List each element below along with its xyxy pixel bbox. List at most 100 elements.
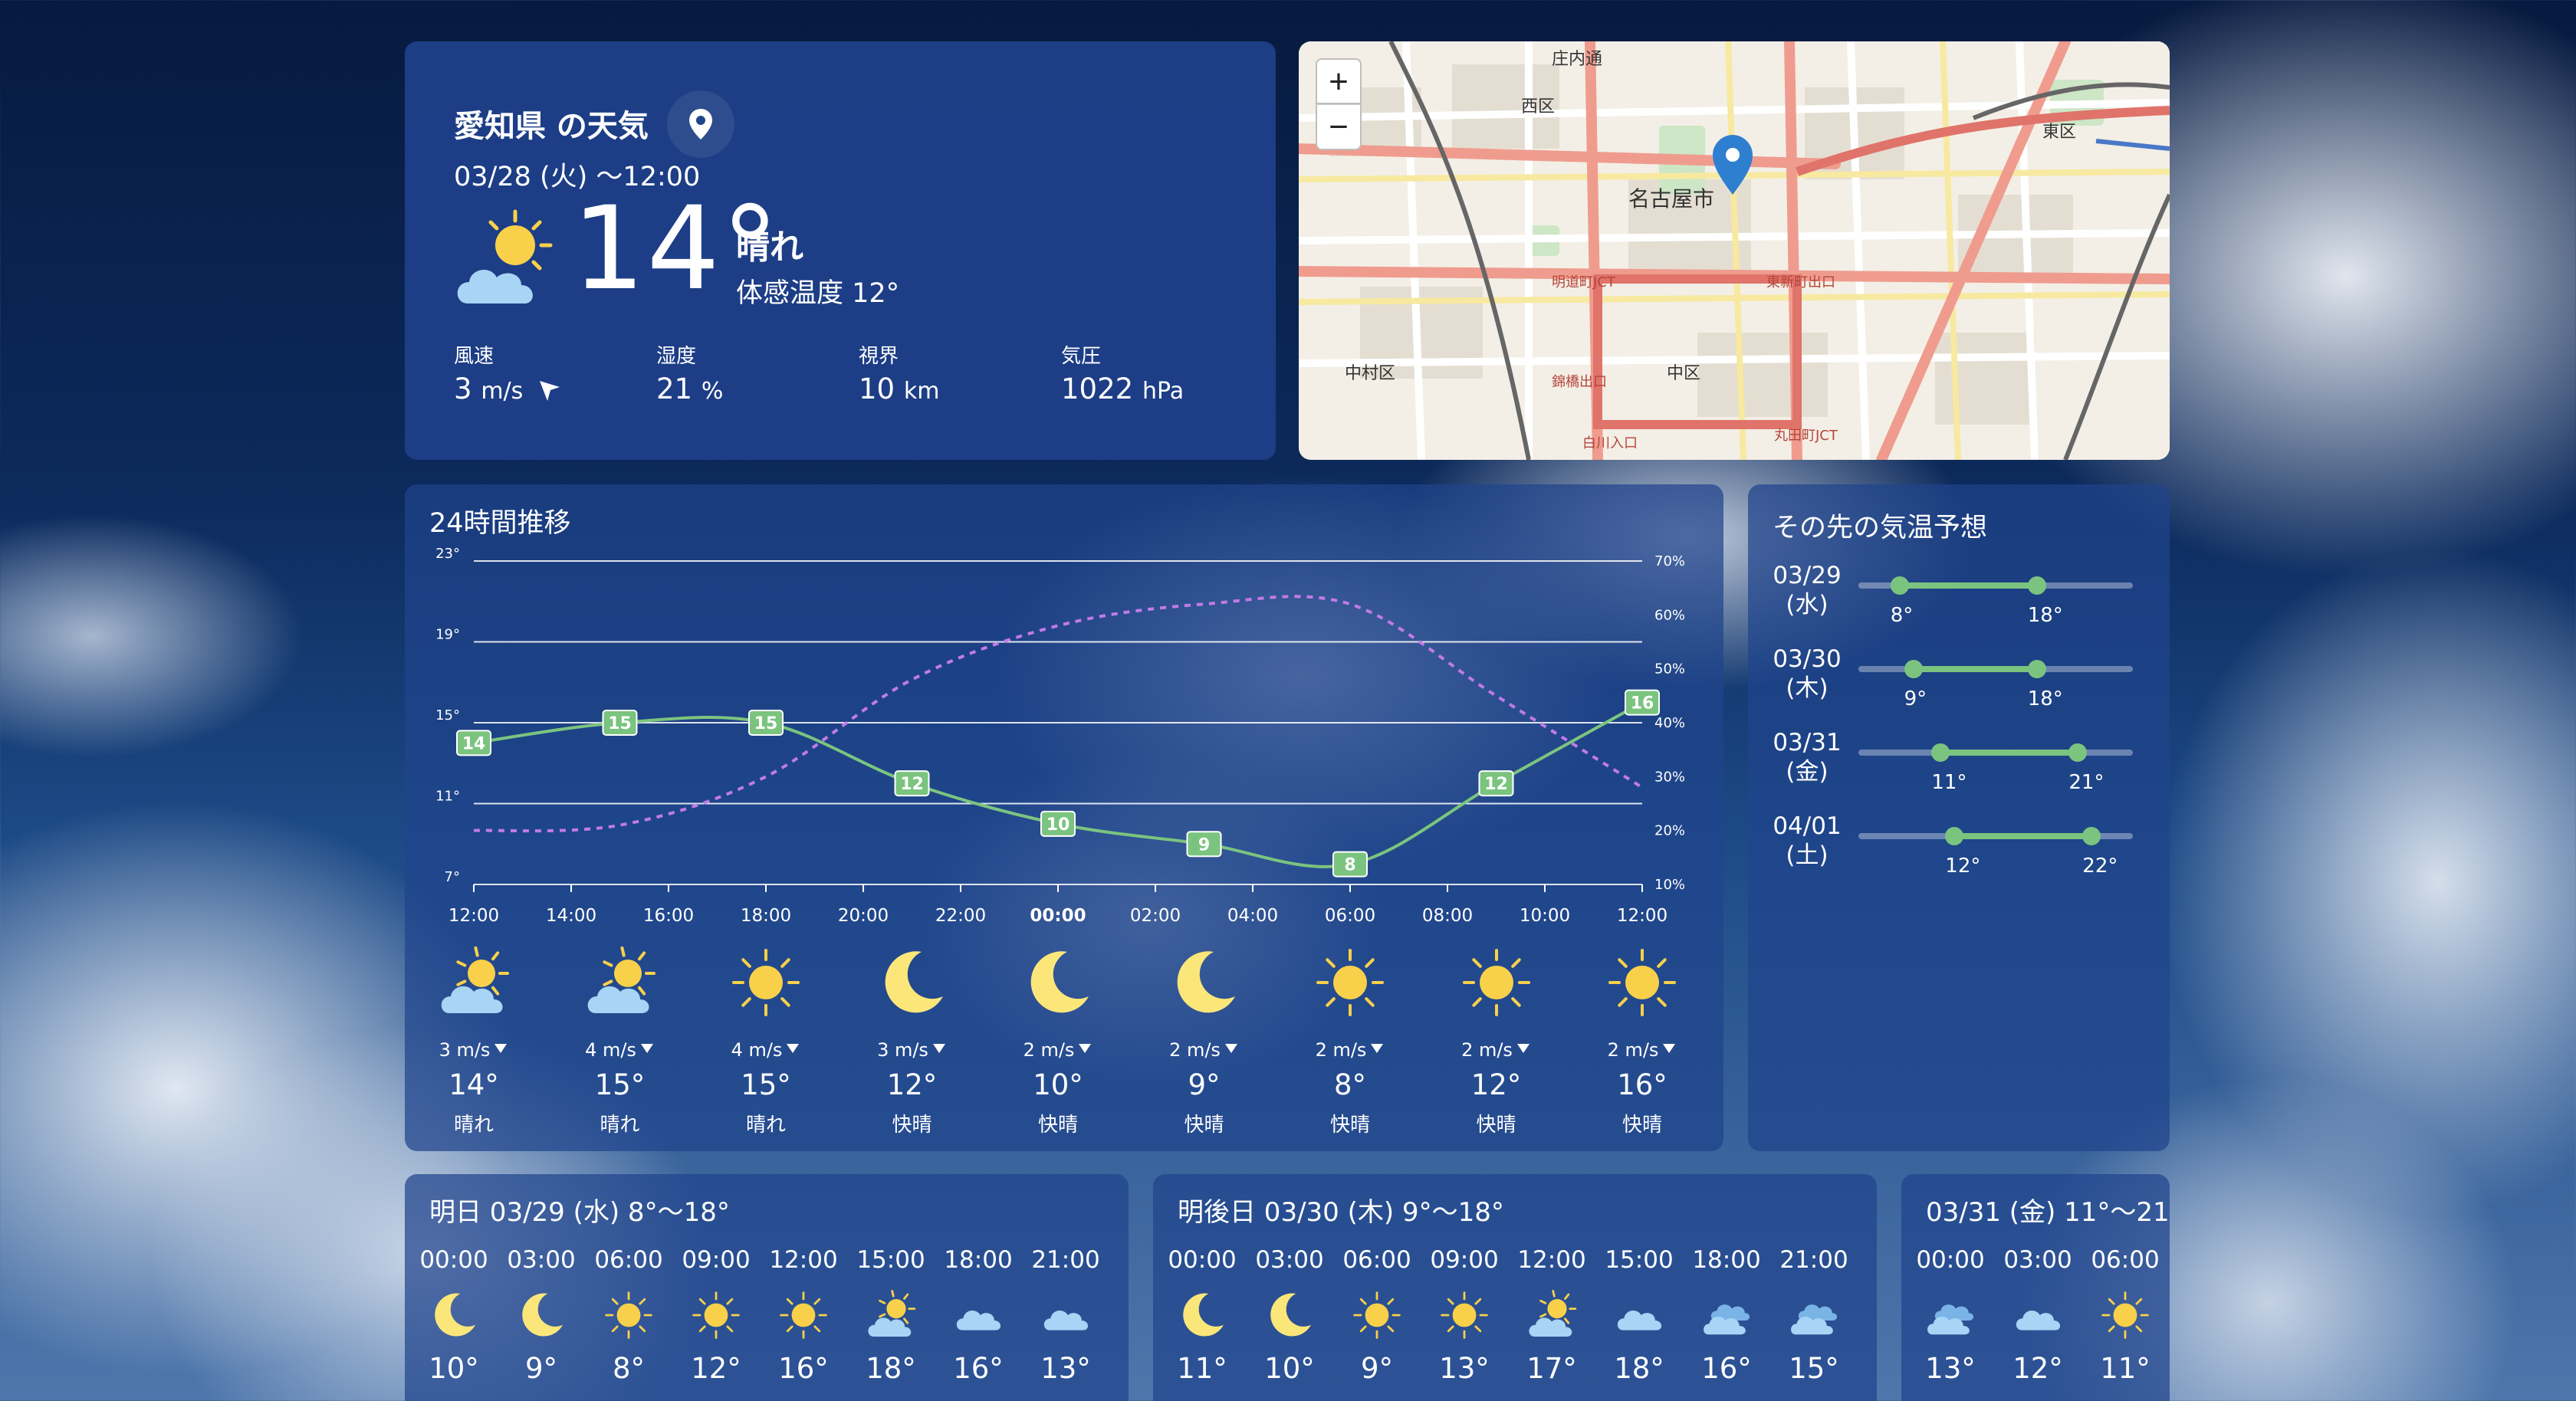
- wind-direction-icon: [495, 1044, 508, 1053]
- y-right-tick: 10%: [1654, 877, 1685, 893]
- daily-slot: 15:00 18°: [853, 1246, 929, 1385]
- slot-icon-wrap: [1912, 1288, 1989, 1343]
- daily-slot: 12:00 17°: [1513, 1246, 1590, 1385]
- slot-temperature: 17°: [1526, 1352, 1577, 1385]
- humidity-label: 湿度: [656, 345, 697, 368]
- temperature-range-bar: [1954, 833, 2092, 839]
- future-dow: (土): [1786, 842, 1829, 869]
- hour-wind: 2 m/s: [1289, 1039, 1411, 1061]
- hourly-trend-panel: 24時間推移 23° 19° 15° 11° 7° 70% 60% 50% 40% 30% 20% 1…: [405, 484, 1723, 1151]
- feels-like: 体感温度 12°: [736, 278, 900, 309]
- hour-condition: 快晴: [1184, 1114, 1224, 1137]
- zoom-out-button[interactable]: −: [1316, 104, 1362, 150]
- slot-icon-wrap: [765, 1288, 842, 1343]
- slot-time: 12:00: [769, 1246, 838, 1274]
- visibility-value: 10 km: [859, 372, 939, 405]
- wind-speed: 3: [454, 372, 472, 405]
- slot-temperature: 13°: [1925, 1352, 1976, 1385]
- future-date-text: 03/30: [1773, 645, 1842, 673]
- zoom-in-button[interactable]: +: [1316, 58, 1362, 104]
- x-tick-label: 14:00: [546, 906, 596, 926]
- hour-wind: 4 m/s: [705, 1039, 827, 1061]
- daily-slot: 12:00 16°: [765, 1246, 842, 1385]
- slot-temperature: 12°: [691, 1352, 741, 1385]
- daily-slot: 09:00 12°: [678, 1246, 754, 1385]
- min-temperature-dot: [1890, 576, 1909, 595]
- slot-icon-wrap: [1601, 1288, 1677, 1343]
- slot-icon-wrap: [1339, 1288, 1415, 1343]
- hour-icon-wrap: [1289, 943, 1411, 1022]
- hour-column: 2 m/s 8° 快晴: [1289, 943, 1411, 1137]
- temperature-point: 14: [456, 730, 491, 756]
- location-button[interactable]: [667, 90, 734, 158]
- wind-value: 3 m/s: [454, 372, 561, 405]
- wind-direction-icon: [1371, 1044, 1384, 1053]
- temperature-point-label: 8: [1344, 856, 1355, 875]
- partly-cloudy-icon: [868, 1289, 916, 1337]
- temperature-range-bar: [1899, 582, 2037, 589]
- x-tick-label: 08:00: [1422, 906, 1473, 926]
- daily-panel-day3: 03/31 (金) 11°～21° 00:00 13° 03:00 12° 06:00 1…: [1901, 1174, 2170, 1401]
- temperature-point: 12: [894, 770, 930, 797]
- daily-slot: 03:00 12°: [1999, 1246, 2076, 1385]
- min-temperature-dot: [1931, 743, 1950, 762]
- partly-cloudy-icon: [1529, 1289, 1577, 1337]
- cloud-icon: [1617, 1311, 1662, 1330]
- hour-temperature: 8°: [1333, 1068, 1367, 1101]
- hour-condition: 快晴: [1037, 1114, 1078, 1137]
- slot-temperature: 16°: [778, 1352, 829, 1385]
- slot-time: 06:00: [1342, 1246, 1411, 1274]
- slot-time: 06:00: [2091, 1246, 2160, 1274]
- moon-icon: [1177, 951, 1235, 1013]
- pressure-label: 気圧: [1061, 345, 1102, 368]
- hour-wind-speed: 4 m/s: [585, 1039, 636, 1061]
- map-label-shonai: 庄内通: [1552, 50, 1602, 69]
- location-title: 愛知県 の天気: [454, 109, 649, 144]
- sun-icon: [2101, 1291, 2149, 1339]
- hour-condition: 快晴: [1329, 1114, 1370, 1137]
- temperature-point-label: 15: [608, 714, 632, 733]
- daily-slot: 15:00 18°: [1601, 1246, 1677, 1385]
- temperature-range-bar: [1940, 750, 2078, 756]
- map-canvas[interactable]: 庄内通 西区 東区 名古屋市 中村区 中区 明道町JCT 丸田町JCT 白川入口…: [1299, 41, 2170, 460]
- hour-temperature: 10°: [1033, 1068, 1083, 1101]
- map-label-naka: 中区: [1667, 364, 1700, 383]
- clouds-icon: [1927, 1304, 1974, 1335]
- slot-time: 00:00: [1916, 1246, 1985, 1274]
- hour-icon-wrap: [997, 943, 1119, 1022]
- daily-slot: 21:00 15°: [1776, 1246, 1852, 1385]
- hour-wind-speed: 3 m/s: [439, 1039, 491, 1061]
- location-pin-icon: [689, 109, 712, 139]
- wind-direction-icon: [1663, 1044, 1676, 1053]
- slot-icon-wrap: [1426, 1288, 1503, 1343]
- hour-condition: 快晴: [1476, 1114, 1516, 1137]
- y-right-tick: 60%: [1654, 607, 1685, 623]
- future-dow: (木): [1786, 674, 1829, 702]
- y-left-tick: 11°: [435, 789, 460, 805]
- slot-icon-wrap: [1513, 1288, 1590, 1343]
- daily-slot: 03:00 9°: [503, 1246, 580, 1385]
- future-date: 03/31 (金): [1773, 728, 1842, 786]
- hour-wind: 2 m/s: [1435, 1039, 1558, 1061]
- max-temperature-label: 18°: [2027, 687, 2063, 710]
- hour-temperature: 15°: [594, 1068, 646, 1101]
- map-panel[interactable]: 庄内通 西区 東区 名古屋市 中村区 中区 明道町JCT 丸田町JCT 白川入口…: [1299, 41, 2170, 460]
- daily-title: 明日 03/29 (水) 8°～18°: [429, 1197, 730, 1228]
- hour-wind: 3 m/s: [412, 1039, 535, 1061]
- map-label-meidocho: 明道町JCT: [1552, 274, 1616, 290]
- slot-icon-wrap: [1164, 1288, 1240, 1343]
- slot-temperature: 13°: [1040, 1352, 1091, 1385]
- hour-wind-speed: 2 m/s: [1023, 1039, 1075, 1061]
- slot-time: 03:00: [507, 1246, 576, 1274]
- future-date: 03/29 (水): [1773, 561, 1842, 619]
- max-temperature-label: 22°: [2082, 855, 2118, 878]
- x-tick-label: 04:00: [1227, 906, 1278, 926]
- temperature-point-label: 14: [462, 734, 486, 753]
- y-left-tick: 7°: [445, 869, 460, 885]
- hour-wind: 2 m/s: [1581, 1039, 1704, 1061]
- wind-direction-icon: [1224, 1044, 1237, 1053]
- map-label-nagoya: 名古屋市: [1628, 186, 1714, 212]
- temperature-line: [473, 700, 1643, 868]
- humidity-unit: %: [701, 378, 724, 405]
- hour-column: 2 m/s 12° 快晴: [1435, 943, 1558, 1137]
